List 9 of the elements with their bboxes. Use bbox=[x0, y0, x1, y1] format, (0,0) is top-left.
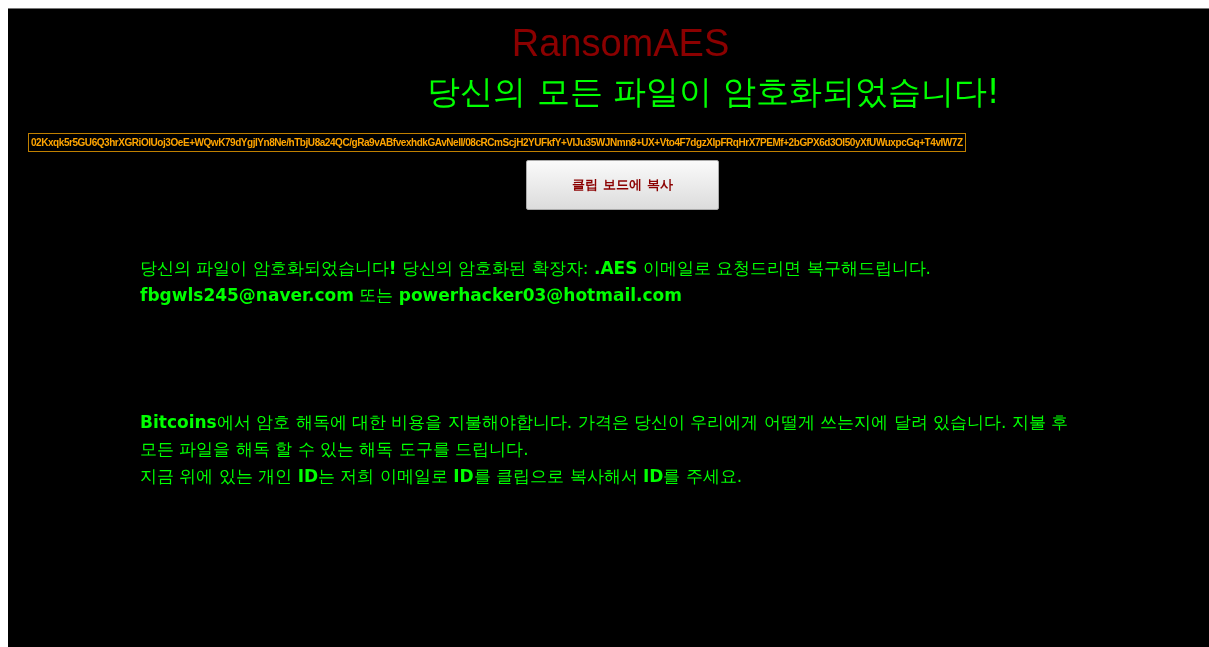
heading: 당신의 모든 파일이 암호화되었습니다! bbox=[426, 71, 1001, 113]
message-line: 당신의 파일이 암호화되었습니다! 당신의 암호화된 확장자: .AES 이메일로 요청드리면 복구해드립니다. bbox=[140, 257, 933, 280]
message-line: fbgwls245@naver.com 또는 powerhacker03@hotmail.com bbox=[140, 284, 683, 307]
message-line: 지금 위에 있는 개인 ID는 저희 이메일로 ID를 클립으로 복사해서 ID를 주세요. bbox=[140, 465, 744, 488]
key-field[interactable]: 02Kxqk5r5GU6Q3hrXGRiOlUoj3OeE+WQwK79dYgjIYn8Ne/hTbjU8a24QC/gRa9vABfvexhdkGAvNeII/08cRCmScjH2YUFkfY+VlJu35WJNmn8+UX+Vto4F7dgzXIpFRqHrX7PEMf+2bGPX6d3OI50yXfUWuxpcGq+T4vIW7Z bbox=[28, 133, 966, 152]
app-title: RansomAES bbox=[510, 21, 731, 65]
message-line: Bitcoins에서 암호 해독에 대한 비용을 지불해야합니다. 가격은 당신이 우리에게 어떨게 쓰는지에 달려 있습니다. 지불 후 bbox=[140, 411, 1070, 434]
message-line: 모든 파일을 해독 할 수 있는 해독 도구를 드립니다. bbox=[140, 438, 530, 461]
copy-button[interactable]: 클립 보드에 복사 bbox=[526, 160, 719, 210]
